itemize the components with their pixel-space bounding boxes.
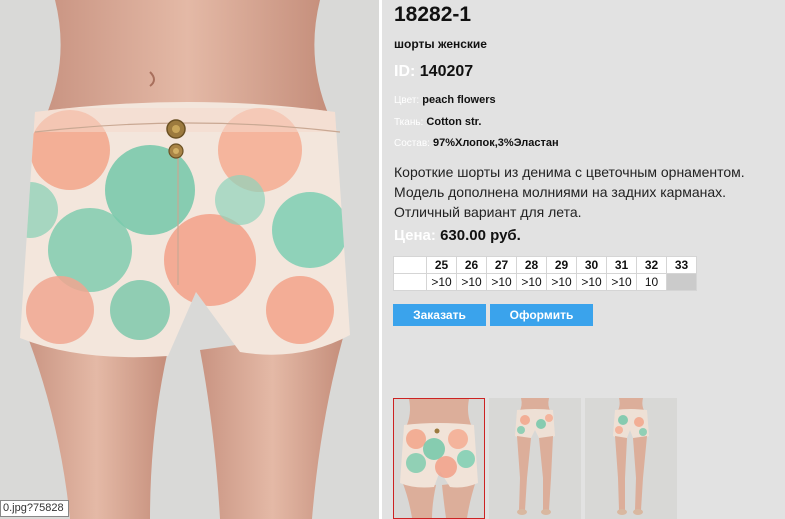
product-info: 18282-1 шорты женские ID: 140207 Цвет: p… xyxy=(393,0,785,519)
size-label: 33 xyxy=(666,256,697,274)
price-label: Цена: xyxy=(394,227,436,244)
stock-cell[interactable]: 10 xyxy=(636,273,667,291)
thumbnail-full-front[interactable] xyxy=(489,398,581,519)
stock-cell[interactable]: >10 xyxy=(516,273,547,291)
product-id-value: 140207 xyxy=(419,63,474,80)
size-label: 29 xyxy=(546,256,577,274)
color-value: peach flowers xyxy=(422,94,496,106)
product-title: 18282-1 xyxy=(394,3,472,26)
price-value: 630.00 руб. xyxy=(440,227,521,244)
url-tooltip: 0.jpg?75828 xyxy=(0,500,69,517)
product-subtitle: шорты женские xyxy=(394,37,487,51)
main-product-photo[interactable]: 0.jpg?75828 xyxy=(0,0,379,519)
product-id: ID: 140207 xyxy=(394,63,473,81)
size-table: 25 26 27 28 29 30 31 32 33 >10 >10 >10 >… xyxy=(393,256,697,291)
stock-corner-cell xyxy=(393,273,427,291)
stock-cell[interactable]: >10 xyxy=(576,273,607,291)
size-label: 32 xyxy=(636,256,667,274)
size-label: 28 xyxy=(516,256,547,274)
product-fabric: Ткань: Cotton str. xyxy=(394,116,481,128)
color-label: Цвет: xyxy=(394,95,420,106)
product-color: Цвет: peach flowers xyxy=(394,94,496,106)
stock-cell[interactable]: >10 xyxy=(546,273,577,291)
size-label: 26 xyxy=(456,256,487,274)
thumbnail-front[interactable] xyxy=(393,398,485,519)
size-label: 25 xyxy=(426,256,457,274)
product-price: Цена: 630.00 руб. xyxy=(394,227,521,244)
size-label: 30 xyxy=(576,256,607,274)
size-label: 31 xyxy=(606,256,637,274)
size-label: 27 xyxy=(486,256,517,274)
fabric-label: Ткань: xyxy=(394,117,424,128)
composition-value: 97%Хлопок,3%Эластан xyxy=(432,137,559,149)
stock-cell[interactable]: >10 xyxy=(486,273,517,291)
product-id-label: ID: xyxy=(394,63,416,80)
fabric-value: Cotton str. xyxy=(426,116,482,128)
product-description: Короткие шорты из денима с цветочным орн… xyxy=(394,164,745,220)
stock-cell[interactable]: >10 xyxy=(456,273,487,291)
stock-cell-unavailable xyxy=(666,273,697,291)
size-header-row: 25 26 27 28 29 30 31 32 33 xyxy=(393,256,697,274)
stock-cell[interactable]: >10 xyxy=(426,273,457,291)
stock-row: >10 >10 >10 >10 >10 >10 >10 10 xyxy=(393,273,697,291)
column-divider xyxy=(379,0,382,519)
order-button[interactable]: Заказать xyxy=(393,304,486,326)
stock-cell[interactable]: >10 xyxy=(606,273,637,291)
thumbnail-side[interactable] xyxy=(585,398,677,519)
product-composition: Состав: 97%Хлопок,3%Эластан xyxy=(394,137,559,149)
size-corner-cell xyxy=(393,256,427,274)
checkout-button[interactable]: Оформить xyxy=(490,304,593,326)
composition-label: Состав: xyxy=(394,138,430,149)
